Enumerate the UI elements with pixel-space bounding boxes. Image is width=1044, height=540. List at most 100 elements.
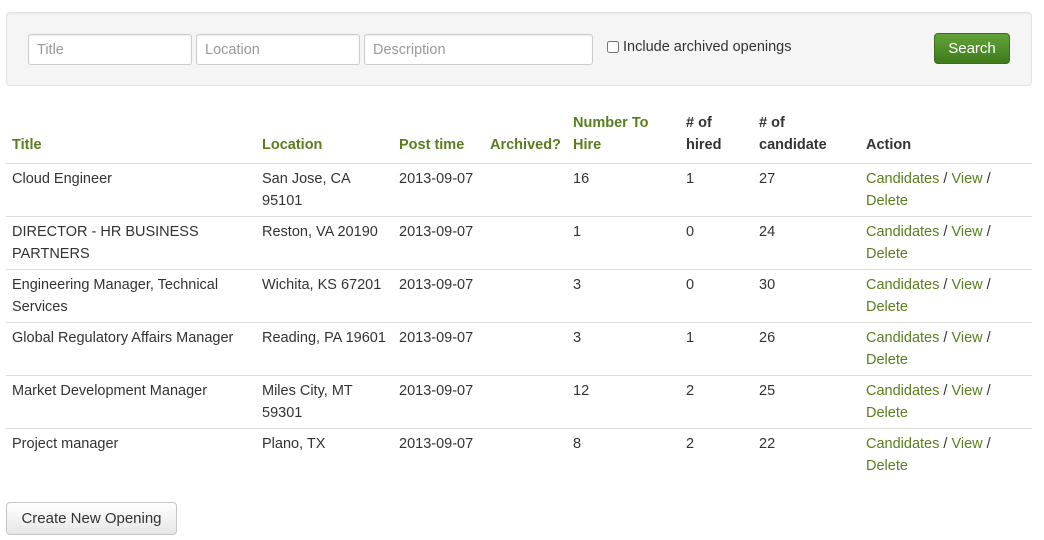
candidates-link[interactable]: Candidates [866, 277, 939, 293]
action-separator: / [943, 330, 948, 346]
cell-title: Market Development Manager [6, 375, 256, 429]
cell-hired: 1 [680, 322, 753, 376]
cell-hired: 2 [680, 375, 753, 429]
delete-link[interactable]: Delete [866, 193, 908, 209]
view-link[interactable]: View [951, 171, 982, 187]
table-header-row: Title Location Post time Archived? Numbe… [6, 110, 1032, 164]
cell-location: Plano, TX [256, 428, 393, 481]
action-separator: / [986, 277, 991, 293]
cell-title: DIRECTOR - HR BUSINESS PARTNERS [6, 216, 256, 270]
candidates-link[interactable]: Candidates [866, 171, 939, 187]
cell-hired: 1 [680, 163, 753, 217]
table-row: Engineering Manager, Technical Services W… [6, 269, 1032, 323]
view-link[interactable]: View [951, 436, 982, 452]
cell-archived [484, 322, 567, 376]
cell-action: Candidates / View / Delete [860, 269, 1032, 323]
table-row: Market Development Manager Miles City, MT… [6, 375, 1032, 429]
action-separator: / [986, 330, 991, 346]
cell-post-time: 2013-09-07 [393, 375, 484, 429]
view-link[interactable]: View [951, 383, 982, 399]
column-header-title[interactable]: Title [6, 110, 256, 164]
cell-archived [484, 216, 567, 270]
cell-number-to-hire: 8 [567, 428, 680, 481]
cell-number-to-hire: 1 [567, 216, 680, 270]
table-row: Cloud Engineer San Jose, CA 95101 2013-09-… [6, 163, 1032, 217]
column-header-archived[interactable]: Archived? [484, 110, 567, 164]
cell-number-to-hire: 3 [567, 269, 680, 323]
cell-number-to-hire: 3 [567, 322, 680, 376]
title-search-input[interactable] [28, 34, 192, 65]
column-header-hired: # of hired [680, 110, 753, 164]
column-header-post-time[interactable]: Post time [393, 110, 484, 164]
delete-link[interactable]: Delete [866, 299, 908, 315]
cell-hired: 0 [680, 269, 753, 323]
action-separator: / [943, 171, 948, 187]
action-separator: / [986, 383, 991, 399]
description-search-input[interactable] [364, 34, 593, 65]
cell-candidates: 25 [753, 375, 860, 429]
cell-action: Candidates / View / Delete [860, 322, 1032, 376]
action-separator: / [986, 171, 991, 187]
action-separator: / [943, 224, 948, 240]
delete-link[interactable]: Delete [866, 458, 908, 474]
column-header-location[interactable]: Location [256, 110, 393, 164]
create-new-opening-button[interactable]: Create New Opening [6, 502, 177, 535]
table-row: Global Regulatory Affairs Manager Reading… [6, 322, 1032, 376]
delete-link[interactable]: Delete [866, 246, 908, 262]
cell-candidates: 30 [753, 269, 860, 323]
cell-post-time: 2013-09-07 [393, 322, 484, 376]
view-link[interactable]: View [951, 277, 982, 293]
openings-table: Title Location Post time Archived? Numbe… [6, 110, 1032, 481]
cell-location: San Jose, CA 95101 [256, 163, 393, 217]
candidates-link[interactable]: Candidates [866, 383, 939, 399]
table-row: Project manager Plano, TX 2013-09-07 8 2 22 Ca… [6, 428, 1032, 481]
cell-number-to-hire: 12 [567, 375, 680, 429]
include-archived-label: Include archived openings [623, 39, 792, 55]
location-search-input[interactable] [196, 34, 360, 65]
cell-title: Engineering Manager, Technical Services [6, 269, 256, 323]
cell-post-time: 2013-09-07 [393, 163, 484, 217]
cell-title: Cloud Engineer [6, 163, 256, 217]
cell-action: Candidates / View / Delete [860, 428, 1032, 481]
view-link[interactable]: View [951, 330, 982, 346]
delete-link[interactable]: Delete [866, 405, 908, 421]
action-separator: / [943, 436, 948, 452]
cell-number-to-hire: 16 [567, 163, 680, 217]
cell-title: Global Regulatory Affairs Manager [6, 322, 256, 376]
action-separator: / [986, 436, 991, 452]
column-header-action: Action [860, 110, 1032, 164]
cell-archived [484, 269, 567, 323]
cell-candidates: 26 [753, 322, 860, 376]
cell-location: Wichita, KS 67201 [256, 269, 393, 323]
action-separator: / [986, 224, 991, 240]
include-archived-checkbox[interactable] [607, 41, 619, 53]
cell-location: Reading, PA 19601 [256, 322, 393, 376]
column-header-candidates: # of candidate [753, 110, 860, 164]
include-archived-option[interactable]: Include archived openings [607, 39, 791, 55]
cell-candidates: 24 [753, 216, 860, 270]
cell-action: Candidates / View / Delete [860, 216, 1032, 270]
cell-hired: 2 [680, 428, 753, 481]
candidates-link[interactable]: Candidates [866, 224, 939, 240]
cell-hired: 0 [680, 216, 753, 270]
delete-link[interactable]: Delete [866, 352, 908, 368]
cell-post-time: 2013-09-07 [393, 216, 484, 270]
view-link[interactable]: View [951, 224, 982, 240]
candidates-link[interactable]: Candidates [866, 330, 939, 346]
cell-archived [484, 163, 567, 217]
cell-action: Candidates / View / Delete [860, 163, 1032, 217]
cell-location: Miles City, MT 59301 [256, 375, 393, 429]
action-separator: / [943, 383, 948, 399]
column-header-number-to-hire[interactable]: Number To Hire [567, 110, 680, 164]
cell-location: Reston, VA 20190 [256, 216, 393, 270]
cell-post-time: 2013-09-07 [393, 269, 484, 323]
cell-archived [484, 428, 567, 481]
cell-candidates: 22 [753, 428, 860, 481]
action-separator: / [943, 277, 948, 293]
cell-candidates: 27 [753, 163, 860, 217]
search-button[interactable]: Search [934, 33, 1010, 64]
cell-archived [484, 375, 567, 429]
search-form: Include archived openings Search [6, 12, 1032, 86]
candidates-link[interactable]: Candidates [866, 436, 939, 452]
cell-post-time: 2013-09-07 [393, 428, 484, 481]
